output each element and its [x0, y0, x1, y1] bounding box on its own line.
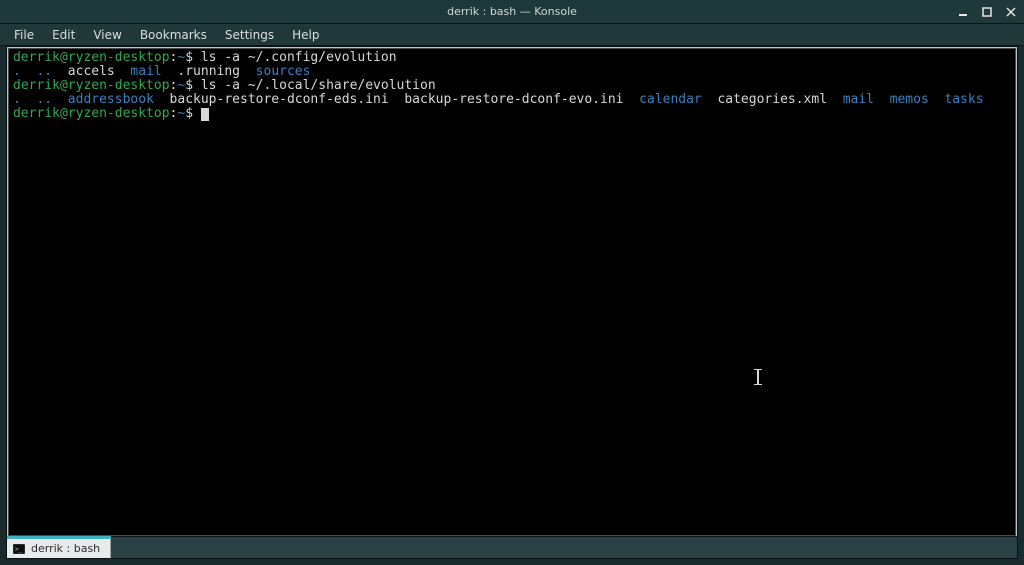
ls-entry: sources: [256, 64, 311, 79]
ls-entry: backup-restore-dconf-evo.ini: [404, 92, 623, 107]
menu-bar: File Edit View Bookmarks Settings Help: [0, 24, 1024, 46]
ls-entry: mail: [843, 92, 874, 107]
terminal-line: . .. accels mail .running sources: [13, 65, 1011, 79]
title-bar: derrik : bash — Konsole: [0, 0, 1024, 24]
ls-entry: addressbook: [68, 92, 154, 107]
window-controls: [956, 0, 1018, 24]
ls-entry: .: [13, 64, 21, 79]
terminal-view[interactable]: derrik@ryzen-desktop:~$ ls -a ~/.config/…: [8, 48, 1016, 536]
menu-view[interactable]: View: [85, 26, 129, 44]
terminal-line: derrik@ryzen-desktop:~$: [13, 107, 1011, 121]
prompt-dollar: $: [185, 78, 193, 93]
terminal-icon: >_: [13, 543, 25, 555]
konsole-frame: derrik@ryzen-desktop:~$ ls -a ~/.config/…: [6, 46, 1018, 559]
ls-entry: ..: [36, 92, 52, 107]
tab-bar: >_ derrik : bash: [7, 536, 1017, 558]
ls-entry: .running: [177, 64, 240, 79]
command-text: ls -a ~/.config/evolution: [201, 50, 397, 65]
ls-entry: backup-restore-dconf-eds.ini: [170, 92, 389, 107]
ls-entry: accels: [68, 64, 115, 79]
maximize-button[interactable]: [980, 5, 994, 19]
ls-entry: .: [13, 92, 21, 107]
svg-text:>_: >_: [15, 546, 23, 553]
prompt-dollar: $: [185, 106, 193, 121]
window-title: derrik : bash — Konsole: [447, 5, 577, 18]
minimize-button[interactable]: [956, 5, 970, 19]
command-text: ls -a ~/.local/share/evolution: [201, 78, 436, 93]
ls-entry: categories.xml: [717, 92, 827, 107]
menu-edit[interactable]: Edit: [44, 26, 83, 44]
prompt-user: derrik@ryzen-desktop: [13, 50, 170, 65]
prompt-user: derrik@ryzen-desktop: [13, 78, 170, 93]
menu-file[interactable]: File: [6, 26, 42, 44]
close-button[interactable]: [1004, 5, 1018, 19]
ls-entry: ..: [36, 64, 52, 79]
prompt-dollar: $: [185, 50, 193, 65]
terminal-line: derrik@ryzen-desktop:~$ ls -a ~/.local/s…: [13, 79, 1011, 93]
ls-entry: mail: [130, 64, 161, 79]
text-cursor-icon: [757, 369, 759, 385]
tab-active[interactable]: >_ derrik : bash: [7, 536, 111, 558]
menu-settings[interactable]: Settings: [217, 26, 282, 44]
ls-entry: calendar: [639, 92, 702, 107]
terminal-line: derrik@ryzen-desktop:~$ ls -a ~/.config/…: [13, 51, 1011, 65]
terminal-line: . .. addressbook backup-restore-dconf-ed…: [13, 93, 1011, 107]
ls-entry: tasks: [944, 92, 983, 107]
ls-entry: memos: [890, 92, 929, 107]
menu-help[interactable]: Help: [284, 26, 327, 44]
tab-label: derrik : bash: [31, 542, 100, 555]
menu-bookmarks[interactable]: Bookmarks: [132, 26, 215, 44]
prompt-user: derrik@ryzen-desktop: [13, 106, 170, 121]
terminal-cursor: [201, 108, 209, 121]
